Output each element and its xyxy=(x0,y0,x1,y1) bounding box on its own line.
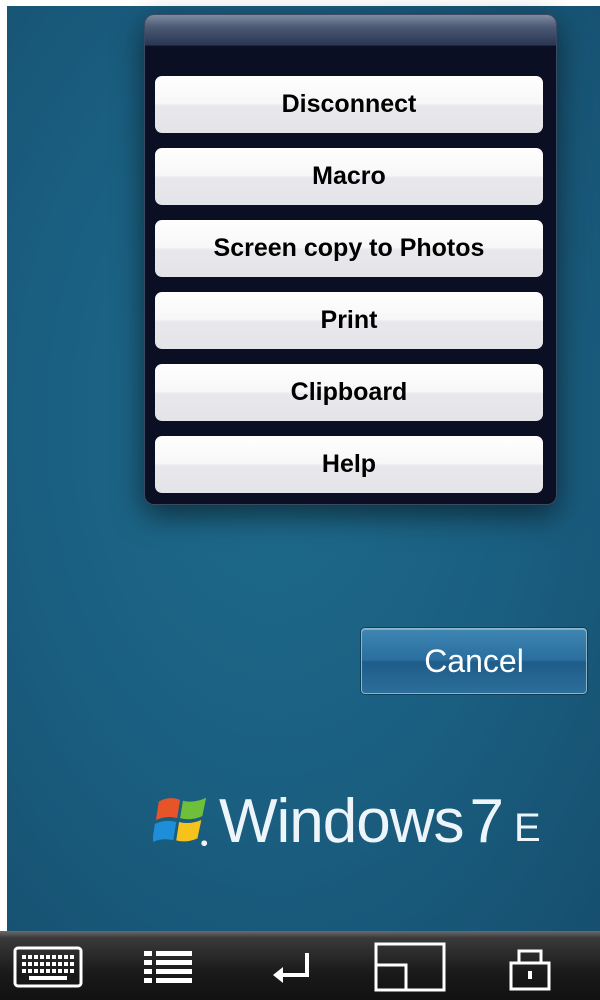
bottom-toolbar xyxy=(0,931,600,1000)
keyboard-icon xyxy=(13,946,83,988)
window-icon xyxy=(374,942,446,992)
windows-wordmark: Windows xyxy=(219,786,465,856)
app-screen: Cancel Windows 7 E Disconnect Macro Scre… xyxy=(0,0,600,1000)
print-button[interactable]: Print xyxy=(155,292,543,349)
windows-edition-fragment: E xyxy=(514,805,541,850)
enter-key-button[interactable] xyxy=(262,937,322,997)
list-icon xyxy=(144,951,192,983)
screen-copy-to-photos-button[interactable]: Screen copy to Photos xyxy=(155,220,543,277)
action-menu-popover: Disconnect Macro Screen copy to Photos P… xyxy=(144,14,557,505)
keyboard-button[interactable] xyxy=(12,937,84,997)
screen-mode-button[interactable] xyxy=(372,937,448,997)
menu-list-button[interactable] xyxy=(136,937,200,997)
windows-version: 7 xyxy=(469,786,504,856)
windows-logo: Windows 7 E xyxy=(153,776,541,866)
popover-header xyxy=(145,15,556,46)
windows-flag-icon xyxy=(153,797,208,847)
return-icon xyxy=(273,953,309,983)
macro-button[interactable]: Macro xyxy=(155,148,543,205)
lock-button[interactable] xyxy=(500,937,560,997)
cancel-button[interactable]: Cancel xyxy=(361,628,587,694)
lock-icon xyxy=(509,949,551,991)
disconnect-button[interactable]: Disconnect xyxy=(155,76,543,133)
clipboard-button[interactable]: Clipboard xyxy=(155,364,543,421)
help-button[interactable]: Help xyxy=(155,436,543,493)
